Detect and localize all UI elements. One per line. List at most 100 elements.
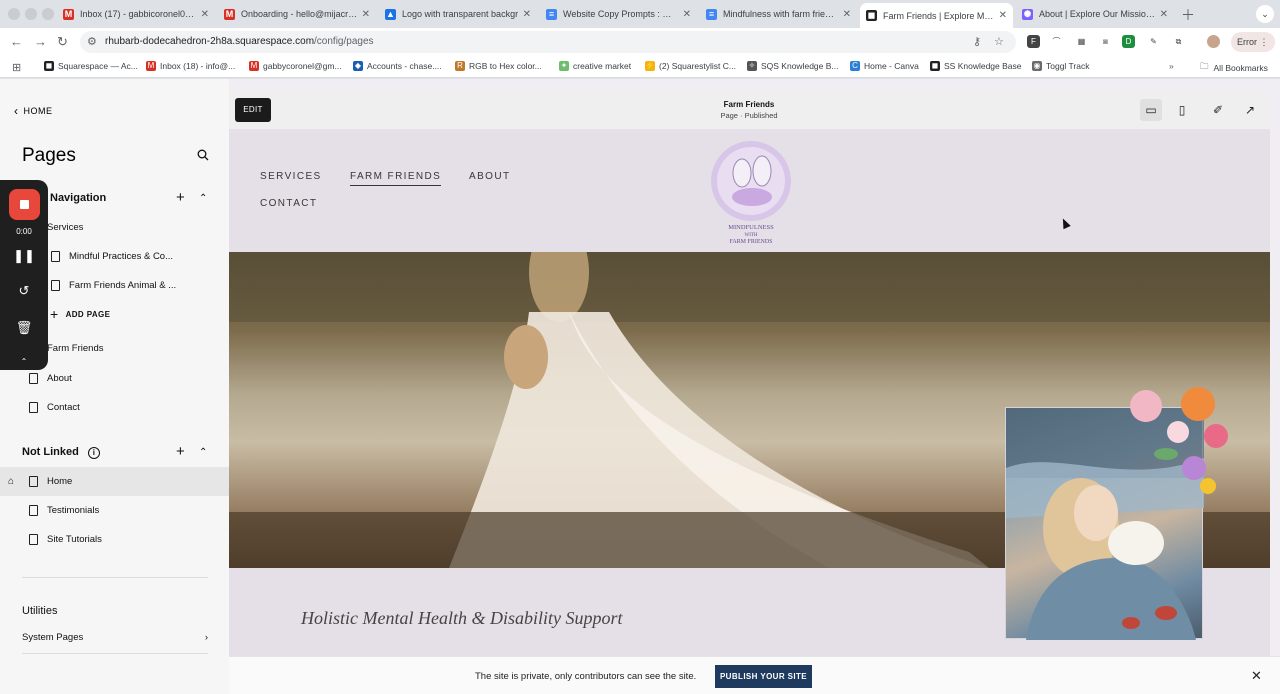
reload-icon[interactable]: ↻	[57, 34, 68, 50]
error-button[interactable]: Error ⋮	[1231, 32, 1275, 52]
all-bookmarks[interactable]: 🗀 All Bookmarks	[1200, 61, 1268, 75]
password-key-icon[interactable]: ⚷	[973, 35, 981, 48]
extension-eyedropper-icon[interactable]: ✎	[1147, 35, 1160, 48]
tab-title: Farm Friends | Explore Mindfu	[883, 10, 995, 21]
add-not-linked-page-icon[interactable]: +	[176, 443, 185, 460]
close-tab-icon[interactable]: ✕	[683, 9, 691, 20]
private-site-banner: The site is private, only contributors c…	[229, 656, 1280, 694]
add-navigation-page-icon[interactable]: +	[176, 189, 185, 206]
bookmark-item[interactable]: ◉ Toggl Track	[1032, 61, 1089, 71]
bookmark-item[interactable]: R RGB to Hex color...	[455, 61, 542, 71]
gmail-icon: M	[249, 61, 259, 71]
collapse-not-linked-icon[interactable]: ⌃	[199, 447, 207, 458]
sidebar-item-site-tutorials[interactable]: Site Tutorials	[0, 525, 229, 554]
extension-dimensions-icon[interactable]: D	[1122, 35, 1135, 48]
tab-search-icon[interactable]: ⌄	[1256, 5, 1274, 23]
trash-icon[interactable]: 🗑	[0, 320, 48, 336]
browser-tab[interactable]: ✺ About | Explore Our Mission - ✕	[1016, 3, 1174, 25]
site-styles-brush-icon[interactable]: ✐	[1207, 99, 1229, 121]
info-icon[interactable]: i	[87, 447, 100, 459]
site-preview: EDIT Farm Friends Page · Published ▭ ▯ ✐…	[229, 79, 1280, 694]
sidebar-item-contact[interactable]: Contact	[0, 393, 229, 422]
apps-grid-icon[interactable]: ⊞	[12, 61, 21, 74]
bookmark-item[interactable]: ✦ creative market	[559, 61, 631, 71]
browser-tab[interactable]: ◼ Farm Friends | Explore Mindfu ✕	[860, 3, 1013, 28]
page-icon	[29, 373, 38, 384]
bookmark-item[interactable]: ✧ SQS Knowledge B...	[747, 61, 839, 71]
sidebar-item-testimonials[interactable]: Testimonials	[0, 496, 229, 525]
close-tab-icon[interactable]: ✕	[362, 9, 370, 20]
address-url: rhubarb-dodecahedron-2h8a.squarespace.co…	[105, 36, 374, 47]
more-bookmarks-icon[interactable]: »	[1169, 61, 1174, 71]
close-tab-icon[interactable]: ✕	[843, 9, 851, 20]
sidebar-divider	[22, 577, 208, 578]
browser-tab[interactable]: ≡ Website Copy Prompts : mind ✕	[540, 3, 697, 25]
desktop-view-icon[interactable]: ▭	[1140, 99, 1162, 121]
collapse-navigation-icon[interactable]: ⌃	[199, 193, 207, 204]
new-tab-button[interactable]: ＋	[1181, 5, 1195, 25]
page-icon	[51, 280, 60, 291]
profile-avatar[interactable]	[1207, 35, 1220, 48]
site-nav-about[interactable]: ABOUT	[469, 171, 510, 182]
close-tab-icon[interactable]: ✕	[999, 10, 1007, 21]
site-nav-farm-friends[interactable]: FARM FRIENDS	[350, 171, 442, 186]
edit-button[interactable]: EDIT	[235, 98, 271, 122]
system-pages-link[interactable]: System Pages ›	[22, 632, 208, 643]
browser-tab[interactable]: M Inbox (17) - gabbicoronel0@g ✕	[57, 3, 215, 25]
browser-tab[interactable]: M Onboarding - hello@mijacrea ✕	[218, 3, 376, 25]
extensions-puzzle-icon[interactable]: ⧉	[1172, 35, 1185, 48]
bookmark-star-icon[interactable]: ☆	[994, 35, 1004, 48]
homepage-icon: ⌂	[8, 476, 15, 487]
navigation-section-title: Navigation	[50, 192, 107, 204]
browser-tab[interactable]: ≡ Mindfulness with farm friends ✕	[700, 3, 857, 25]
lightning-icon: ⚡	[645, 61, 655, 71]
bookmark-item[interactable]: ◼ SS Knowledge Base	[930, 61, 1022, 71]
stop-recording-button[interactable]	[9, 189, 40, 220]
window-close-dot[interactable]	[8, 8, 20, 20]
bookmark-item[interactable]: ◆ Accounts - chase....	[353, 61, 442, 71]
close-tab-icon[interactable]: ✕	[523, 9, 531, 20]
editor-page-status: Page · Published	[720, 111, 778, 120]
browser-tab[interactable]: ▲ Logo with transparent backgr ✕	[379, 3, 537, 25]
sidebar-item-home[interactable]: ⌂ Home	[0, 467, 229, 496]
close-tab-icon[interactable]: ✕	[1160, 9, 1168, 20]
window-minimize-dot[interactable]	[25, 8, 37, 20]
window-maximize-dot[interactable]	[42, 8, 54, 20]
open-external-icon[interactable]: ↗	[1239, 99, 1261, 121]
back-arrow-icon[interactable]: ←	[10, 34, 23, 49]
mobile-view-icon[interactable]: ▯	[1171, 99, 1193, 121]
site-logo[interactable]: MINDFULNESS WITH FARM FRIENDS	[706, 137, 796, 245]
all-bookmarks-label: All Bookmarks	[1213, 63, 1268, 73]
bookmark-item[interactable]: Mgabbycoronel@gm...	[249, 61, 342, 71]
add-page-button[interactable]: + ADD PAGE	[50, 306, 110, 322]
search-icon[interactable]	[197, 149, 209, 161]
home-back-link[interactable]: ‹ HOME	[14, 104, 53, 118]
extension-font-icon[interactable]: F	[1027, 35, 1040, 48]
grip-icon[interactable]: ⌃	[0, 357, 48, 366]
site-nav-services[interactable]: SERVICES	[260, 171, 322, 182]
bookmark-item[interactable]: M Inbox (18) - info@...	[146, 61, 235, 71]
extension-wave-icon[interactable]: ⌒	[1050, 35, 1063, 48]
logo-text-line-3: FARM FRIENDS	[729, 239, 772, 245]
bookmark-item[interactable]: ⚡ (2) Squarestylist C...	[645, 61, 736, 71]
browser-tab-strip: M Inbox (17) - gabbicoronel0@g ✕ M Onboardin…	[0, 0, 1280, 28]
tab-title: Logo with transparent backgr	[402, 9, 519, 19]
site-info-icon[interactable]: ⚙	[87, 35, 97, 48]
bookmark-label: Squarespace — Ac...	[58, 61, 138, 71]
extension-grid-icon[interactable]: ▦	[1075, 35, 1088, 48]
page-icon	[29, 402, 38, 413]
close-icon[interactable]: ✕	[1251, 668, 1262, 684]
not-linked-label: Not Linked	[22, 446, 79, 458]
site-nav-contact[interactable]: CONTACT	[260, 198, 317, 209]
restart-icon[interactable]: ↺	[0, 283, 48, 299]
bookmark-item[interactable]: ◼ Squarespace — Ac...	[44, 61, 138, 71]
bookmark-label: SQS Knowledge B...	[761, 61, 839, 71]
pause-icon[interactable]: ❚❚	[0, 248, 48, 264]
close-tab-icon[interactable]: ✕	[201, 9, 209, 20]
address-bar[interactable]: ⚙ rhubarb-dodecahedron-2h8a.squarespace.…	[80, 31, 1016, 53]
forward-arrow-icon[interactable]: →	[34, 34, 47, 49]
folder-icon: 🗀	[1200, 61, 1209, 71]
publish-site-button[interactable]: PUBLISH YOUR SITE	[715, 665, 812, 688]
extension-camera-icon[interactable]: ◙	[1099, 35, 1112, 48]
bookmark-item[interactable]: C Home - Canva	[850, 61, 919, 71]
